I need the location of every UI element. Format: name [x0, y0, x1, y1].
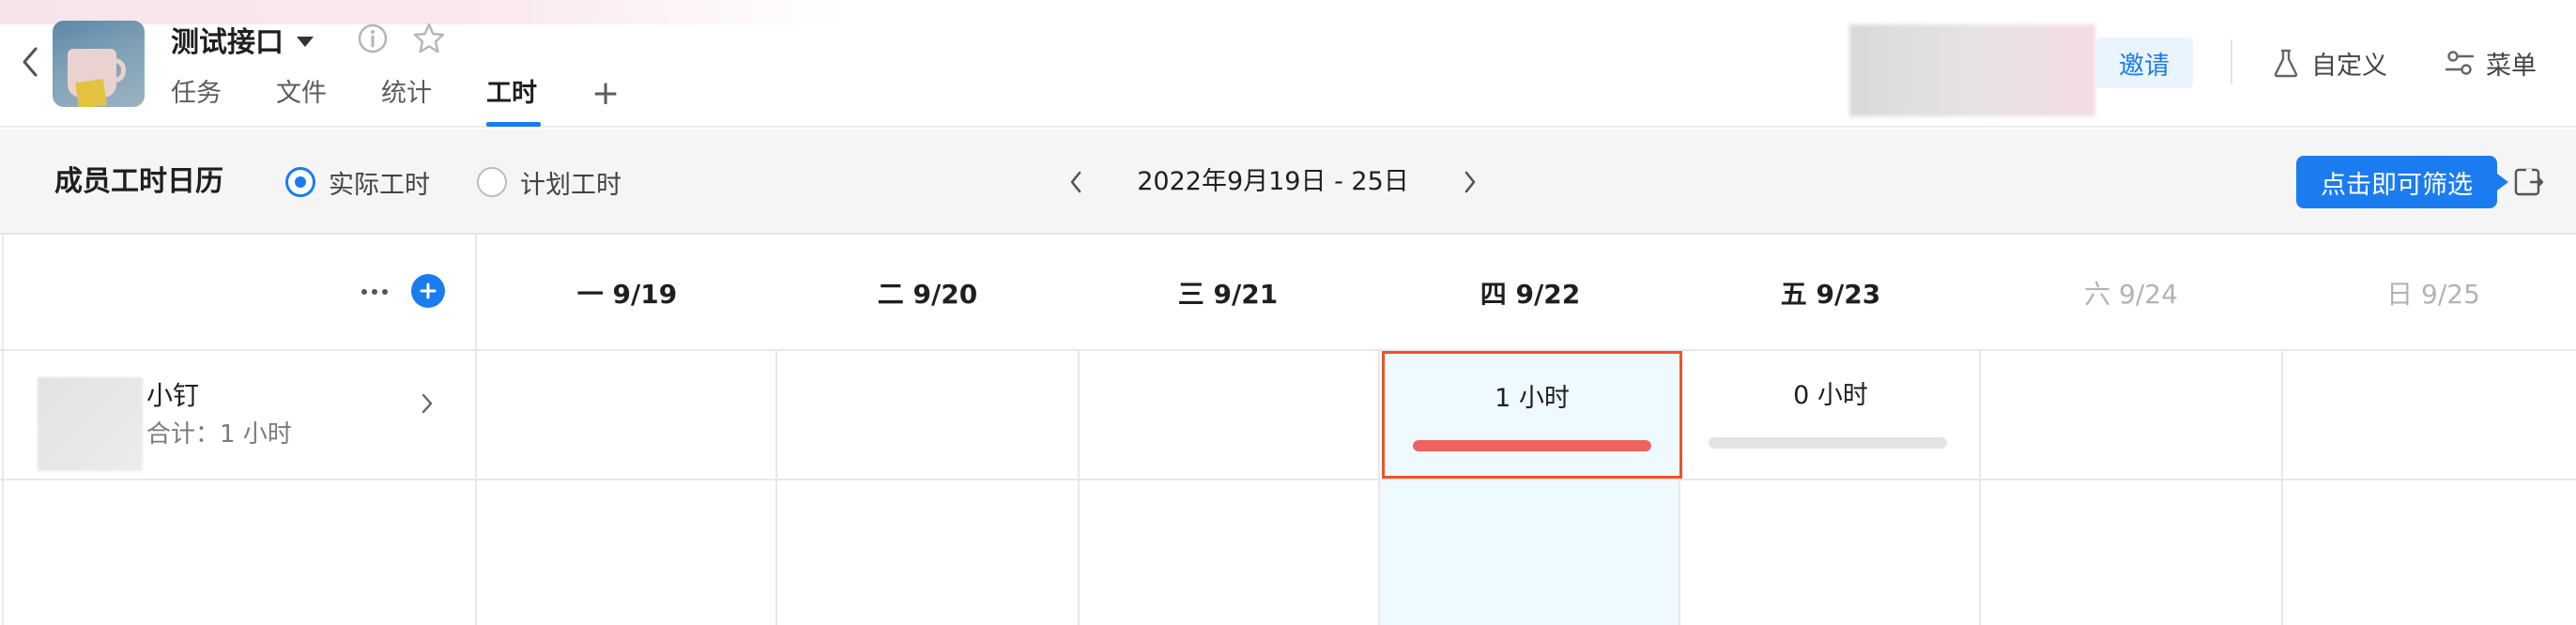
- project-name: 测试接口: [171, 26, 284, 59]
- project-header: 测试接口 任务 文件 统计 工时 + 邀请 自定义 菜单: [0, 0, 2576, 128]
- day-header-sun: 日 9/25: [2386, 279, 2480, 310]
- grid-line: [0, 479, 2576, 480]
- radio-planned-hours[interactable]: 计划工时: [477, 161, 621, 203]
- add-tab-button[interactable]: +: [591, 71, 648, 128]
- member-row[interactable]: 小钉 合计：1 小时: [0, 351, 477, 479]
- hours-progress-bar: [1413, 440, 1651, 451]
- chevron-right-icon[interactable]: [413, 387, 441, 420]
- menu-button[interactable]: 菜单: [2445, 38, 2537, 88]
- hours-cell-fri[interactable]: 0 小时: [1680, 351, 1981, 479]
- day-header-wed: 三 9/21: [1177, 279, 1279, 310]
- project-tabs: 任务 文件 统计 工时 +: [171, 71, 648, 128]
- menu-label: 菜单: [2486, 51, 2537, 81]
- hours-progress-fill: [1413, 440, 1651, 451]
- radio-actual-label: 实际工时: [329, 170, 430, 200]
- caret-down-icon[interactable]: [297, 36, 314, 47]
- today-column-highlight: [1380, 480, 1679, 625]
- previous-week-button[interactable]: [1057, 163, 1095, 201]
- radio-checked-icon: [285, 167, 315, 197]
- hours-progress-bar: [1709, 437, 1947, 449]
- tab-tasks[interactable]: 任务: [171, 71, 276, 128]
- blurred-member-avatars: [1849, 24, 2095, 116]
- header-divider: [2231, 39, 2232, 84]
- calendar-toolbar: 成员工时日历 实际工时 计划工时 2022年9月19日 - 25日 点击即可筛选: [0, 130, 2576, 235]
- chevron-left-icon: [1070, 171, 1081, 193]
- invite-button[interactable]: 邀请: [2095, 38, 2193, 88]
- day-header-sat: 六 9/24: [2084, 279, 2178, 310]
- hours-value: 1 小时: [1495, 384, 1570, 413]
- customize-button[interactable]: 自定义: [2272, 38, 2387, 88]
- date-range-label: 2022年9月19日 - 25日: [1137, 167, 1409, 196]
- customize-label: 自定义: [2311, 51, 2387, 81]
- filter-button[interactable]: [2508, 161, 2550, 203]
- project-title[interactable]: 测试接口: [171, 21, 314, 59]
- info-icon[interactable]: [355, 21, 391, 56]
- tab-work-hours[interactable]: 工时: [486, 71, 591, 128]
- member-total-hours: 合计：1 小时: [146, 420, 292, 449]
- day-header-tue: 二 9/20: [877, 279, 978, 310]
- back-button[interactable]: [13, 41, 47, 83]
- grid-line: [1078, 351, 1080, 625]
- radio-planned-label: 计划工时: [520, 170, 621, 200]
- day-header-thu: 四 9/22: [1480, 279, 1581, 310]
- grid-line: [1378, 351, 1380, 625]
- star-icon[interactable]: [409, 19, 449, 58]
- sliders-icon: [2445, 51, 2475, 75]
- member-name: 小钉: [146, 380, 200, 411]
- flask-icon: [2274, 49, 2298, 78]
- plus-icon: [420, 282, 437, 299]
- next-week-button[interactable]: [1451, 163, 1489, 201]
- grid-line: [775, 351, 777, 625]
- calendar-title: 成员工时日历: [54, 165, 223, 198]
- grid-line: [2281, 351, 2283, 625]
- project-cover-image: [53, 21, 145, 107]
- tab-files[interactable]: 文件: [276, 71, 381, 128]
- hours-cell-thu[interactable]: 1 小时: [1382, 351, 1682, 479]
- hours-value: 0 小时: [1793, 381, 1868, 410]
- filter-panel-icon: [2514, 168, 2544, 196]
- tab-statistics[interactable]: 统计: [381, 71, 486, 128]
- chevron-right-icon: [1464, 171, 1476, 193]
- radio-actual-hours[interactable]: 实际工时: [285, 161, 430, 203]
- chevron-left-icon: [23, 47, 38, 77]
- radio-unchecked-icon: [477, 167, 507, 197]
- hours-calendar-grid: 一 9/19 二 9/20 三 9/21 四 9/22 五 9/23 六 9/2…: [0, 235, 2576, 625]
- day-header-mon: 一 9/19: [576, 279, 678, 310]
- day-header-fri: 五 9/23: [1780, 279, 1881, 310]
- filter-tooltip: 点击即可筛选: [2296, 156, 2508, 208]
- avatar: [38, 377, 143, 471]
- add-member-button[interactable]: [411, 274, 445, 308]
- more-options-icon[interactable]: [359, 276, 391, 308]
